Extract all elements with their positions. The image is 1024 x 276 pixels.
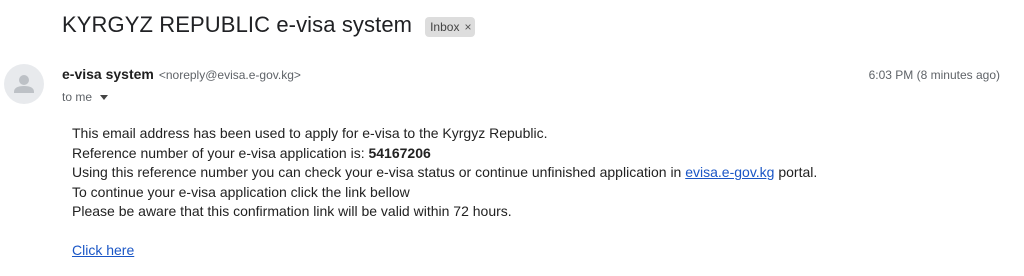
remove-label-icon[interactable]: × [464, 20, 471, 34]
sender-name[interactable]: e-visa system [62, 66, 154, 82]
chevron-down-icon[interactable] [100, 95, 109, 100]
person-icon [14, 75, 34, 93]
body-line-3-suffix: portal. [774, 164, 818, 180]
body-line-2: Reference number of your e-visa applicat… [72, 144, 817, 164]
reference-number: 54167206 [368, 144, 431, 161]
body-line-2-text: Reference number of your e-visa applicat… [72, 144, 369, 161]
body-line-4: To continue your e-visa application clic… [72, 183, 410, 200]
body-line-1: This email address has been used to appl… [72, 125, 548, 141]
body-line-3: Using this reference number you can chec… [72, 163, 817, 183]
click-row: Click here [72, 241, 817, 261]
subject-row: KYRGYZ REPUBLIC e-visa system Inbox × [62, 12, 476, 38]
inbox-label[interactable]: Inbox × [425, 16, 476, 37]
sender-row: e-visa system <noreply@evisa.e-gov.kg> [62, 66, 301, 82]
email-subject: KYRGYZ REPUBLIC e-visa system [62, 12, 413, 37]
portal-link[interactable]: evisa.e-gov.kg [685, 164, 774, 180]
click-here-link[interactable]: Click here [72, 242, 134, 258]
email-timestamp: 6:03 PM (8 minutes ago) [868, 68, 1000, 82]
body-line-3-text: Using this reference number you can chec… [72, 164, 686, 180]
body-line-5: Please be aware that this confirmation l… [72, 203, 512, 219]
sender-email: <noreply@evisa.e-gov.kg> [158, 68, 301, 82]
avatar[interactable] [4, 64, 44, 104]
email-body: This email address has been used to appl… [72, 124, 817, 260]
email-view: KYRGYZ REPUBLIC e-visa system Inbox × e-… [0, 0, 1024, 276]
recipients-text: to me [62, 90, 93, 104]
inbox-label-text: Inbox [430, 19, 460, 34]
recipients-row[interactable]: to me [62, 90, 109, 104]
